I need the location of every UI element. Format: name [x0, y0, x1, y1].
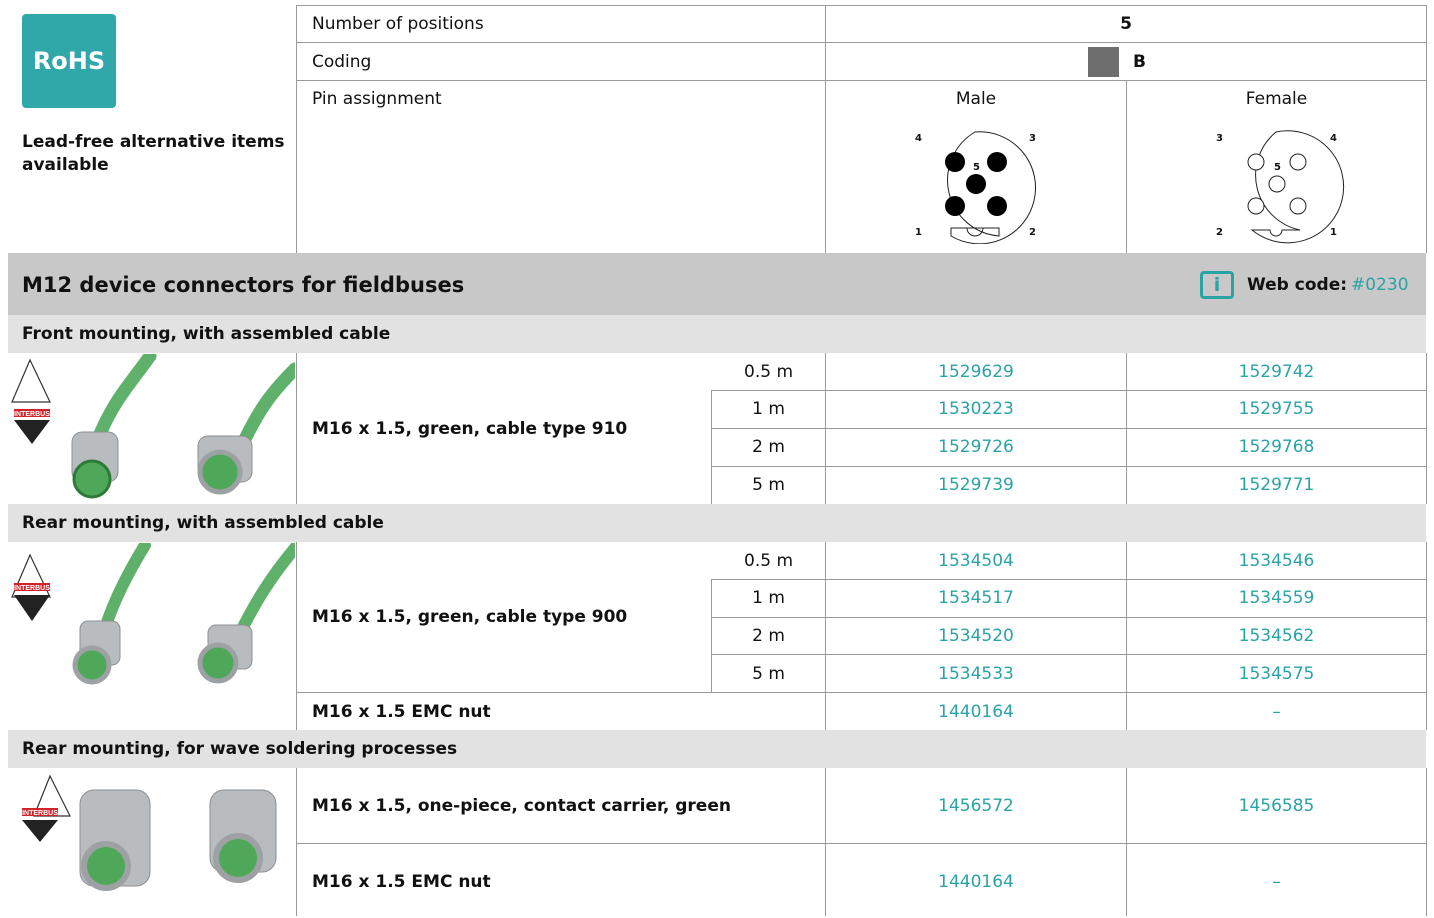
group-title: Rear mounting, with assembled cable [22, 513, 384, 533]
female-pin-diagram [1247, 130, 1345, 244]
female-pin-4: 4 [1330, 133, 1337, 144]
positions-value: 5 [1120, 14, 1132, 34]
male-order-link[interactable]: 1534504 [826, 551, 1126, 571]
male-order-link[interactable]: 1534533 [826, 664, 1126, 684]
group-title: Front mounting, with assembled cable [22, 324, 391, 344]
product-description: M16 x 1.5, green, cable type 910 [312, 419, 628, 439]
male-order-link[interactable]: 1440164 [826, 872, 1126, 892]
length-cell: 5 m [752, 664, 785, 684]
svg-text:INTERBUS: INTERBUS [22, 810, 58, 817]
female-order-dash: – [1272, 872, 1281, 892]
length-cell: 2 m [752, 626, 785, 646]
length-cell: 1 m [752, 588, 785, 608]
length-cell: 2 m [752, 437, 785, 457]
female-order-link[interactable]: 1529742 [1127, 362, 1426, 382]
product-photo-front-cable: INTERBUS [10, 349, 302, 506]
emc-nut-description: M16 x 1.5 EMC nut [312, 702, 491, 722]
female-order-link[interactable]: 1529755 [1127, 399, 1426, 419]
female-order-link[interactable]: 1534575 [1127, 664, 1426, 684]
rohs-badge: RoHS [22, 14, 116, 108]
web-code-label: Web code: [1247, 275, 1348, 295]
male-order-link[interactable]: 1530223 [826, 399, 1126, 419]
female-order-dash: – [1272, 702, 1281, 722]
male-pin-5: 5 [973, 162, 980, 173]
length-cell: 1 m [752, 399, 785, 419]
positions-label: Number of positions [312, 14, 484, 34]
male-pin-1: 1 [915, 227, 922, 238]
rohs-note: Lead-free alternative items available [22, 132, 285, 175]
product-description: M16 x 1.5, green, cable type 900 [312, 607, 628, 627]
length-cell: 0.5 m [744, 362, 793, 382]
coding-value: B [1133, 52, 1146, 72]
length-cell: 0.5 m [744, 551, 793, 571]
svg-text:INTERBUS: INTERBUS [14, 411, 50, 418]
male-order-link[interactable]: 1456572 [826, 796, 1126, 816]
female-order-link[interactable]: 1534559 [1127, 588, 1426, 608]
product-photo-rear-cable: INTERBUS [10, 539, 301, 695]
female-label: Female [1245, 89, 1308, 109]
coding-label: Coding [312, 52, 372, 72]
male-order-link[interactable]: 1529629 [826, 362, 1126, 382]
male-order-link[interactable]: 1440164 [826, 702, 1126, 722]
female-pin-1: 1 [1330, 227, 1337, 238]
web-code-link[interactable]: #0230 [1351, 275, 1409, 295]
coding-swatch [1088, 47, 1119, 77]
male-pin-diagram [945, 131, 1037, 244]
male-order-link[interactable]: 1529739 [826, 475, 1126, 495]
male-order-link[interactable]: 1534517 [826, 588, 1126, 608]
female-order-link[interactable]: 1456585 [1127, 796, 1426, 816]
female-pin-3: 3 [1216, 133, 1223, 144]
male-label: Male [955, 89, 997, 109]
male-order-link[interactable]: 1534520 [826, 626, 1126, 646]
group-title: Rear mounting, for wave soldering proces… [22, 739, 458, 759]
female-order-link[interactable]: 1529771 [1127, 475, 1426, 495]
product-photo-wave-soldering: INTERBUS [10, 770, 295, 918]
male-pin-3: 3 [1029, 133, 1036, 144]
info-icon[interactable]: i [1200, 271, 1234, 299]
female-order-link[interactable]: 1534546 [1127, 551, 1426, 571]
male-pin-4: 4 [915, 133, 922, 144]
male-order-link[interactable]: 1529726 [826, 437, 1126, 457]
svg-text:INTERBUS: INTERBUS [14, 585, 50, 592]
length-cell: 5 m [752, 475, 785, 495]
female-order-link[interactable]: 1534562 [1127, 626, 1426, 646]
female-pin-2: 2 [1216, 227, 1223, 238]
female-order-link[interactable]: 1529768 [1127, 437, 1426, 457]
product-description: M16 x 1.5, one-piece, contact carrier, g… [312, 796, 731, 816]
section-title: M12 device connectors for fieldbuses [22, 273, 465, 297]
female-pin-5: 5 [1274, 162, 1281, 173]
emc-nut-description: M16 x 1.5 EMC nut [312, 872, 491, 892]
male-pin-2: 2 [1029, 227, 1036, 238]
pin-assignment-label: Pin assignment [312, 89, 442, 109]
